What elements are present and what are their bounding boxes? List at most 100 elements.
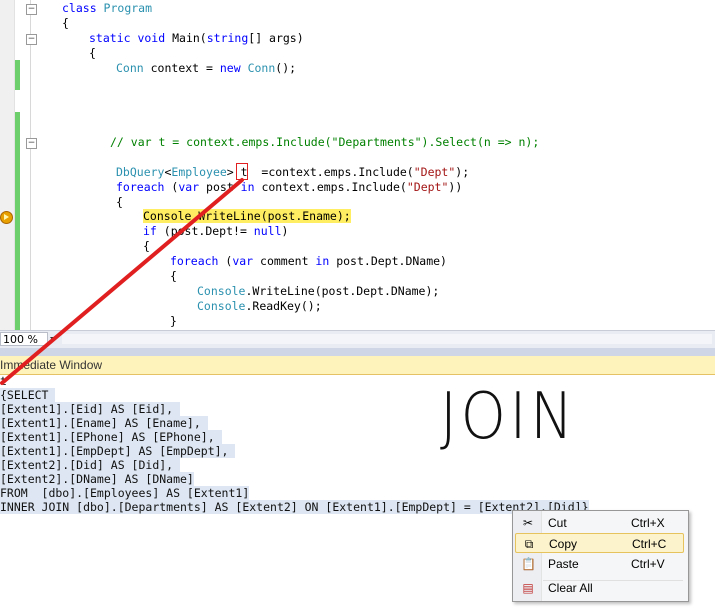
panel-splitter[interactable]: [0, 348, 715, 356]
code-token: post: [199, 180, 241, 194]
menu-item-copy[interactable]: ⧉ Copy Ctrl+C: [515, 533, 684, 553]
code-line[interactable]: if (post.Dept!= null): [143, 224, 288, 239]
indicator-margin[interactable]: [0, 0, 15, 330]
immediate-output-line[interactable]: t: [0, 374, 7, 388]
code-line[interactable]: // var t = context.emps.Include("Departm…: [110, 135, 539, 150]
code-token: Main(: [172, 31, 207, 45]
menu-item-shortcut: Ctrl+X: [631, 516, 665, 530]
output-text: [Extent1].[EmpDept] AS [EmpDept],: [0, 444, 236, 458]
clear-all-icon: ▤: [522, 581, 534, 595]
output-text: [Extent1].[EPhone] AS [EPhone],: [0, 430, 222, 444]
menu-item-shortcut: Ctrl+C: [632, 537, 667, 551]
immediate-output-line[interactable]: [Extent1].[Eid] AS [Eid],: [0, 402, 181, 416]
code-line[interactable]: static void Main(string[] args): [89, 31, 304, 46]
code-token: (post.Dept!=: [156, 224, 254, 238]
code-token: "Dept": [413, 165, 456, 179]
immediate-output-line[interactable]: INNER JOIN [dbo].[Departments] AS [Exten…: [0, 500, 589, 514]
breakpoint-arrow-icon[interactable]: [0, 211, 13, 224]
menu-item-shortcut: Ctrl+V: [631, 557, 665, 571]
code-line[interactable]: foreach (var comment in post.Dept.DName): [170, 254, 447, 269]
code-token: (: [164, 180, 179, 194]
menu-item-cut[interactable]: ✂ Cut Ctrl+X: [515, 513, 684, 533]
code-line[interactable]: foreach (var post in context.emps.Includ…: [116, 180, 462, 195]
code-line[interactable]: {: [62, 16, 69, 31]
code-token: if: [143, 224, 157, 238]
immediate-window-title[interactable]: Immediate Window: [0, 356, 715, 375]
change-tracking-bar: [15, 60, 20, 90]
code-token: Console: [197, 284, 246, 298]
code-token: > t =context.emps.Include(: [226, 165, 414, 179]
code-token: {: [143, 239, 150, 253]
code-line[interactable]: }: [170, 314, 177, 329]
code-token: ): [281, 224, 289, 238]
code-line[interactable]: Console.ReadKey();: [197, 299, 322, 314]
code-token: Console: [197, 299, 246, 313]
output-text: FROM [dbo].[Employees] AS [Extent1]: [0, 486, 250, 500]
menu-item-label: Clear All: [548, 581, 593, 595]
code-line[interactable]: Conn context = new Conn();: [116, 61, 296, 76]
menu-item-label: Copy: [549, 537, 578, 551]
handwritten-annotation: JOIN: [440, 380, 577, 454]
code-token: var: [232, 254, 254, 268]
code-token: {: [170, 269, 177, 283]
code-token: "Dept": [406, 180, 449, 194]
code-line[interactable]: {: [89, 46, 96, 61]
code-line[interactable]: {: [116, 195, 123, 210]
code-token: context.emps.Include(: [254, 180, 407, 194]
code-token: null: [253, 224, 282, 238]
menu-item-label: Paste: [548, 557, 579, 571]
menu-item-paste[interactable]: 📋 Paste Ctrl+V: [515, 554, 684, 574]
output-text: {SELECT: [0, 388, 56, 402]
code-token: [] args): [248, 31, 304, 45]
change-tracking-bar: [15, 112, 20, 330]
code-line[interactable]: {: [143, 239, 150, 254]
code-token: var: [178, 180, 200, 194]
code-token: .WriteLine(post.Dept.DName);: [245, 284, 440, 298]
code-token: static void: [89, 31, 173, 45]
immediate-output-line[interactable]: [Extent1].[Ename] AS [Ename],: [0, 416, 208, 430]
copy-icon: ⧉: [524, 537, 534, 551]
immediate-output-line[interactable]: {SELECT: [0, 388, 56, 402]
output-text: [Extent2].[Did] AS [Did],: [0, 458, 181, 472]
output-text: [Extent1].[Eid] AS [Eid],: [0, 402, 181, 416]
code-token: );: [455, 165, 470, 179]
collapse-toggle-icon[interactable]: −: [26, 34, 37, 45]
code-token: }: [170, 314, 177, 328]
code-token: ();: [275, 61, 297, 75]
code-line[interactable]: Console.WriteLine(post.Ename);: [143, 209, 351, 224]
outline-gutter: [30, 0, 31, 330]
code-token: foreach: [170, 254, 219, 268]
collapse-toggle-icon[interactable]: −: [26, 138, 37, 149]
scissors-icon: ✂: [522, 516, 534, 530]
code-token: {: [89, 46, 96, 60]
immediate-output-line[interactable]: [Extent2].[Did] AS [Did],: [0, 458, 181, 472]
chevron-down-icon[interactable]: [50, 337, 56, 341]
code-editor[interactable]: − − − class Program { static void Main(s…: [0, 0, 715, 330]
code-line[interactable]: {: [170, 269, 177, 284]
immediate-output-line[interactable]: [Extent1].[EmpDept] AS [EmpDept],: [0, 444, 236, 458]
code-token: .ReadKey();: [245, 299, 322, 313]
context-menu: ✂ Cut Ctrl+X ⧉ Copy Ctrl+C 📋 Paste Ctrl+…: [512, 510, 689, 602]
code-token: Conn: [247, 61, 276, 75]
code-token: )): [448, 180, 463, 194]
code-line[interactable]: Console.WriteLine(post.Dept.DName);: [197, 284, 439, 299]
immediate-output-line[interactable]: [Extent2].[DName] AS [DName]: [0, 472, 194, 486]
output-text: INNER JOIN [dbo].[Departments] AS [Exten…: [0, 500, 589, 514]
code-token: {: [116, 195, 123, 209]
horizontal-scrollbar[interactable]: [62, 334, 712, 344]
zoom-dropdown[interactable]: 100 %: [0, 332, 48, 346]
code-token: context =: [143, 61, 220, 75]
menu-item-clear-all[interactable]: ▤ Clear All: [515, 578, 684, 598]
code-token: Employee: [171, 165, 227, 179]
code-token: class: [62, 1, 104, 15]
code-token: Program: [103, 1, 153, 15]
collapse-toggle-icon[interactable]: −: [26, 4, 37, 15]
immediate-output-line[interactable]: [Extent1].[EPhone] AS [EPhone],: [0, 430, 222, 444]
code-line[interactable]: DbQuery<Employee> t =context.emps.Includ…: [116, 165, 469, 180]
output-text: [Extent2].[DName] AS [DName]: [0, 472, 194, 486]
immediate-output-line[interactable]: FROM [dbo].[Employees] AS [Extent1]: [0, 486, 250, 500]
menu-item-label: Cut: [548, 516, 567, 530]
code-token: comment: [253, 254, 316, 268]
code-token: foreach: [116, 180, 165, 194]
code-line[interactable]: class Program: [62, 1, 152, 16]
